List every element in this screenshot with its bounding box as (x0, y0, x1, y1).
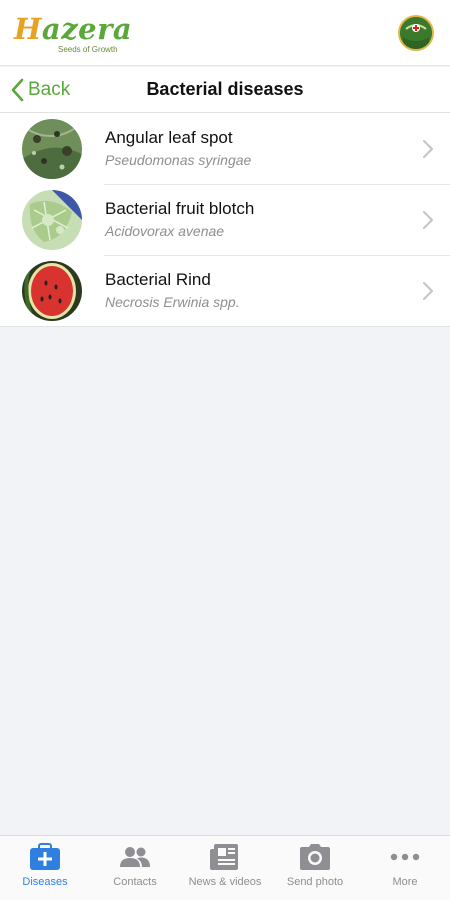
pathogen-name: Necrosis Erwinia spp. (105, 294, 240, 310)
people-icon (118, 842, 152, 872)
tab-label: Send photo (286, 876, 344, 888)
ellipsis-icon (388, 842, 422, 872)
tab-label: News & videos (188, 876, 262, 888)
camera-icon (298, 842, 332, 872)
page-title: Bacterial diseases (146, 79, 304, 99)
logo-tagline: Seeds of Growth (58, 45, 118, 54)
list-item[interactable]: Bacterial Rind Necrosis Erwinia spp. (0, 255, 450, 326)
disease-name: Bacterial Rind (105, 270, 211, 289)
pathogen-name: Acidovorax avenae (105, 223, 225, 239)
disease-name: Angular leaf spot (105, 128, 233, 147)
list-item[interactable]: Bacterial fruit blotch Acidovorax avenae (0, 184, 450, 255)
angular-leaf-spot-thumbnail (22, 119, 82, 179)
tab-label: Contacts (113, 876, 157, 888)
bottom-tab-bar: Diseases Contacts News & videos Send pho… (0, 835, 450, 900)
navigation-bar: Back Bacterial diseases (0, 67, 450, 113)
brand-badge-icon[interactable] (398, 15, 434, 51)
tab-diseases[interactable]: Diseases (0, 836, 90, 900)
pathogen-name: Pseudomonas syringae (105, 152, 252, 168)
disease-list: Angular leaf spot Pseudomonas syringae B… (0, 113, 450, 327)
list-item[interactable]: Angular leaf spot Pseudomonas syringae (0, 113, 450, 184)
tab-more[interactable]: More (360, 836, 450, 900)
tab-label: More (392, 876, 418, 888)
chevron-right-icon (423, 211, 433, 229)
bacterial-fruit-blotch-thumbnail (22, 190, 82, 250)
app-header: Hazera Seeds of Growth (0, 0, 450, 66)
tab-news-videos[interactable]: News & videos (180, 836, 270, 900)
tab-contacts[interactable]: Contacts (90, 836, 180, 900)
chevron-right-icon (423, 140, 433, 158)
tab-send-photo[interactable]: Send photo (270, 836, 360, 900)
chevron-right-icon (423, 282, 433, 300)
bacterial-rind-thumbnail (22, 261, 82, 321)
tab-label: Diseases (22, 876, 68, 888)
logo-wordmark: Hazera (14, 12, 133, 46)
medkit-icon (28, 842, 62, 872)
disease-name: Bacterial fruit blotch (105, 199, 255, 218)
hazera-logo[interactable]: Hazera Seeds of Growth (14, 10, 134, 56)
newspaper-icon (208, 842, 242, 872)
